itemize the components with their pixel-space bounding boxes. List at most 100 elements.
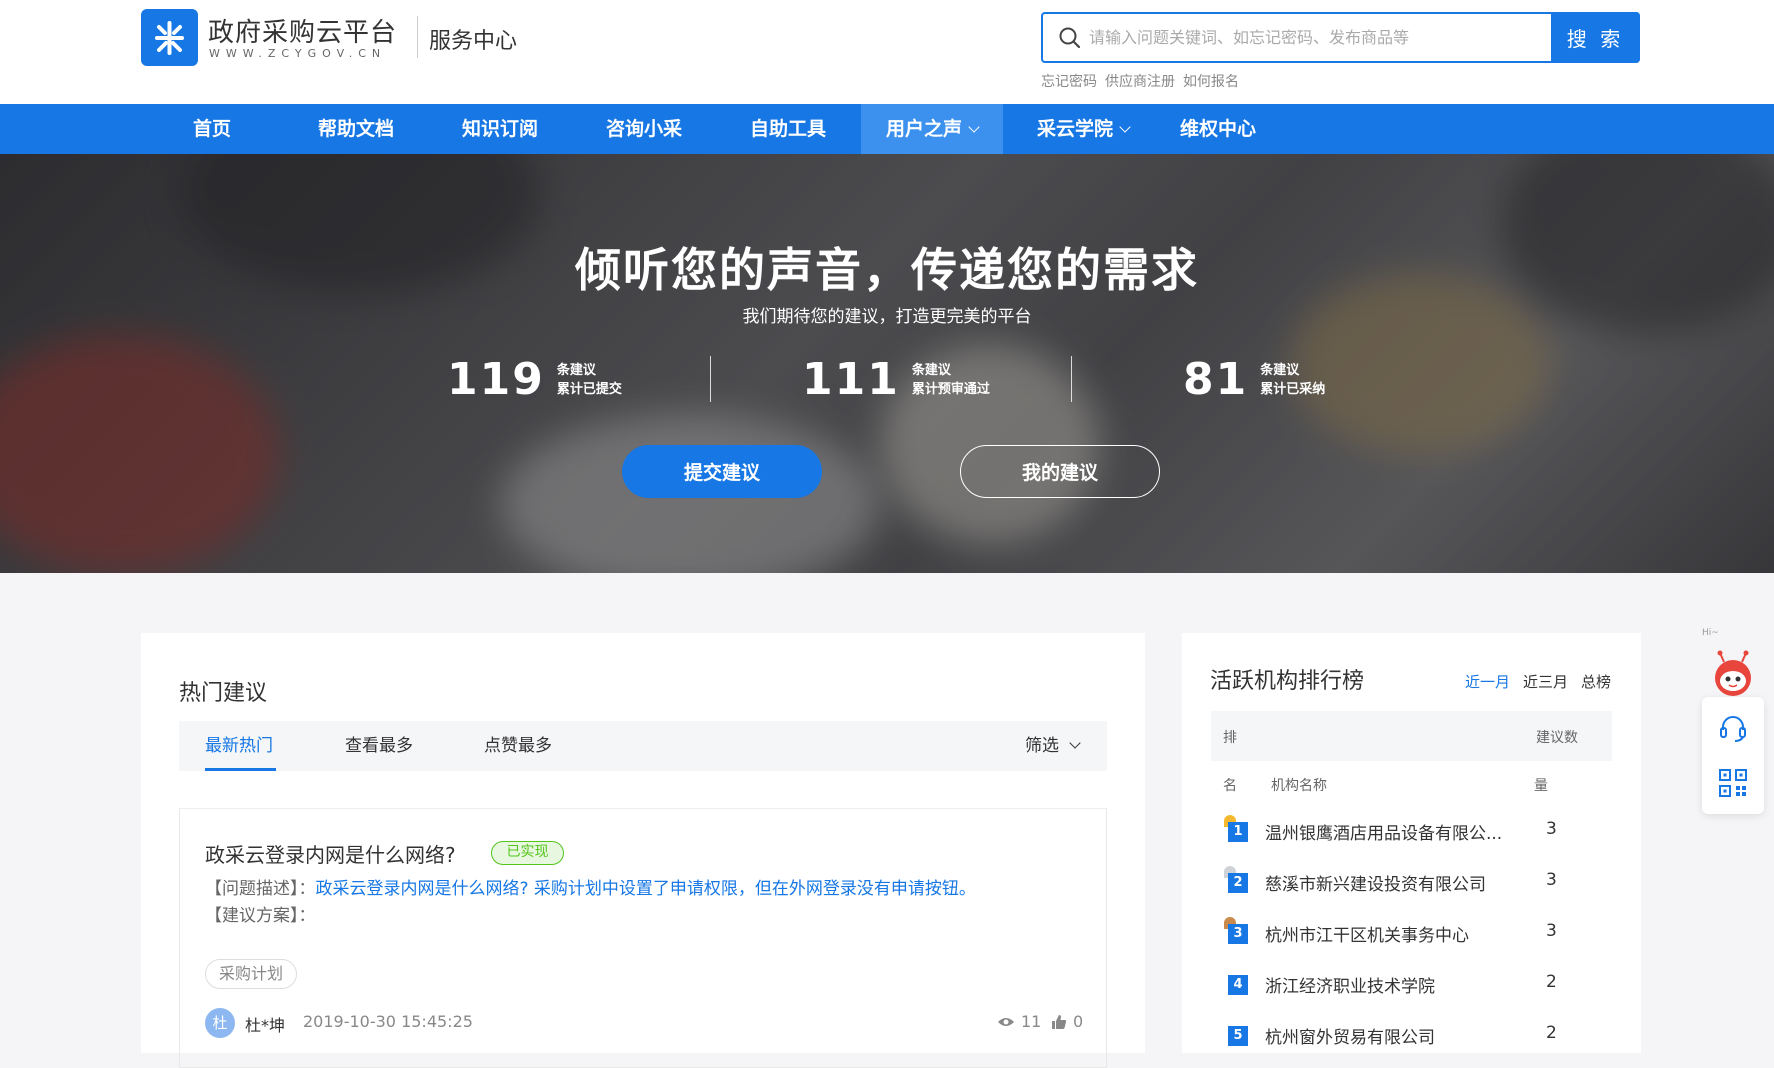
ranking-row[interactable]: 2 慈溪市新兴建设投资有限公司 3 [1211,864,1612,904]
header: 政府采购云平台 WWW.ZCYGOV.CN 服务中心 搜 索 忘记密码 供应商注… [0,0,1774,104]
search-icon [1059,27,1081,49]
chevron-down-icon [968,121,980,133]
nav-item-consult[interactable]: 咨询小采 [588,104,700,154]
rank-number: 4 [1228,975,1248,995]
header-rank: 排 [1223,730,1237,746]
qr-code-icon[interactable] [1718,768,1748,798]
chevron-down-icon [1119,121,1131,133]
stat-label: 条建议 累计预审通过 [912,361,990,399]
nav-label: 用户之声 [885,118,962,140]
quick-link-forgot-password[interactable]: 忘记密码 [1041,71,1097,91]
suggestion-count: 2 [1546,972,1557,992]
like-count[interactable]: 0 [1051,1012,1083,1031]
active-org-ranking-panel: 活跃机构排行榜 近一月 近三月 总榜 排 建议数 名 机构名称 量 1 温州银鹰… [1182,633,1641,1053]
nav-label: 咨询小采 [605,118,682,140]
service-center-title[interactable]: 服务中心 [429,23,517,55]
period-tab-month[interactable]: 近一月 [1465,671,1510,692]
tab-most-viewed[interactable]: 查看最多 [345,721,413,771]
org-name: 杭州窗外贸易有限公司 [1265,1028,1435,1048]
nav-item-user-voice[interactable]: 用户之声 [861,104,1003,154]
tab-latest-hot[interactable]: 最新热门 [205,721,273,771]
quick-link-how-to-apply[interactable]: 如何报名 [1183,71,1239,91]
nav-label: 首页 [192,118,231,140]
rank-number: 1 [1228,822,1248,842]
tab-label: 最新热门 [205,736,273,756]
stat-label: 条建议 累计已提交 [557,361,622,399]
ranking-row[interactable]: 3 杭州市江干区机关事务中心 3 [1211,915,1612,955]
floating-assistant: Hi~ [1702,625,1764,815]
mascot-icon[interactable] [1708,650,1758,700]
tab-most-liked[interactable]: 点赞最多 [484,721,552,771]
nav-label: 知识订阅 [461,118,538,140]
like-count-value: 0 [1073,1012,1084,1031]
thumbs-up-icon [1052,1014,1067,1029]
nav-item-home[interactable]: 首页 [172,104,252,154]
nav-item-academy[interactable]: 采云学院 [1012,104,1154,154]
section-title: 热门建议 [179,681,268,706]
stat-approved: 111 条建议 累计预审通过 [802,354,990,405]
filter-label: 筛选 [1025,736,1059,756]
rank-number: 3 [1228,924,1248,944]
section-title: 活跃机构排行榜 [1210,669,1365,694]
org-name: 温州银鹰酒店用品设备有限公... [1265,824,1503,844]
org-name: 杭州市江干区机关事务中心 [1265,926,1469,946]
header-org-name: 机构名称 [1271,778,1327,794]
nav-item-rights-center[interactable]: 维权中心 [1162,104,1274,154]
logo-icon[interactable] [141,9,198,66]
hot-suggestions-panel: 热门建议 最新热门 查看最多 点赞最多 筛选 政采云登录内网是什么网络? 已实现… [141,633,1145,1068]
ranking-row[interactable]: 1 温州银鹰酒店用品设备有限公... 3 [1211,813,1612,853]
headset-icon[interactable] [1718,713,1748,743]
org-name: 慈溪市新兴建设投资有限公司 [1265,875,1486,895]
my-suggestions-button[interactable]: 我的建议 [960,445,1160,498]
main-nav: 首页 帮助文档 知识订阅 咨询小采 自助工具 用户之声 采云学院 维权中心 [0,104,1774,154]
quick-links: 忘记密码 供应商注册 如何报名 [1041,71,1239,91]
hero-title: 倾听您的声音，传递您的需求 [575,243,1199,297]
suggestion-meta: 杜 杜*坤 2019-10-30 15:45:25 11 0 [205,1008,1085,1040]
ranking-header: 排 建议数 [1211,711,1612,761]
stat-unit: 条建议 [1260,362,1300,378]
ranking-row[interactable]: 4 浙江经济职业技术学院 2 [1211,966,1612,1006]
category-tag[interactable]: 采购计划 [205,959,298,989]
stat-unit: 条建议 [911,362,951,378]
suggestion-count: 2 [1546,1023,1557,1043]
tab-indicator [205,768,276,771]
period-tab-total[interactable]: 总榜 [1581,671,1611,692]
stat-unit: 条建议 [556,362,596,378]
post-time: 2019-10-30 15:45:25 [303,1012,473,1031]
chevron-down-icon [1069,737,1081,749]
view-count-value: 11 [1021,1012,1042,1031]
nav-label: 维权中心 [1179,118,1256,140]
nav-label: 自助工具 [749,118,826,140]
header-count: 建议数 [1536,730,1578,746]
nav-item-knowledge-subscribe[interactable]: 知识订阅 [444,104,556,154]
nav-item-help-docs[interactable]: 帮助文档 [300,104,412,154]
author-name: 杜*坤 [245,1016,286,1035]
search-input[interactable] [1089,16,1589,59]
stat-caption: 累计已采纳 [1260,381,1326,397]
nav-item-self-service[interactable]: 自助工具 [732,104,844,154]
submit-suggestion-button[interactable]: 提交建议 [622,445,822,498]
divider [710,356,711,402]
rank-number: 2 [1228,873,1248,893]
stat-label: 条建议 累计已采纳 [1260,361,1325,399]
hero-banner: 倾听您的声音，传递您的需求 我们期待您的建议，打造更完美的平台 119 条建议累… [0,154,1774,573]
period-tab-three-months[interactable]: 近三月 [1523,671,1568,692]
suggestion-card[interactable]: 政采云登录内网是什么网络? 已实现 【问题描述】：政采云登录内网是什么网络? 采… [179,808,1107,1068]
divider [1071,356,1072,402]
logo-name[interactable]: 政府采购云平台 [208,12,397,49]
ranking-row[interactable]: 5 杭州窗外贸易有限公司 2 [1211,1017,1612,1057]
stat-value: 111 [802,354,900,405]
suggestion-title[interactable]: 政采云登录内网是什么网络? [205,839,456,868]
search-button[interactable]: 搜 索 [1551,12,1640,63]
logo-url: WWW.ZCYGOV.CN [209,47,387,60]
nav-label: 采云学院 [1036,118,1113,140]
suggestion-description: 【问题描述】：政采云登录内网是什么网络? 采购计划中设置了申请权限，但在外网登录… [205,876,976,930]
stat-value: 119 [447,354,545,405]
suggestion-count: 3 [1546,921,1557,941]
greeting-text: Hi~ [1702,628,1719,638]
filter-dropdown[interactable]: 筛选 [1025,721,1081,771]
divider [417,16,418,58]
stat-caption: 累计已提交 [556,381,622,397]
desc-label: 【问题描述】： [205,879,316,899]
quick-link-supplier-register[interactable]: 供应商注册 [1105,71,1175,91]
